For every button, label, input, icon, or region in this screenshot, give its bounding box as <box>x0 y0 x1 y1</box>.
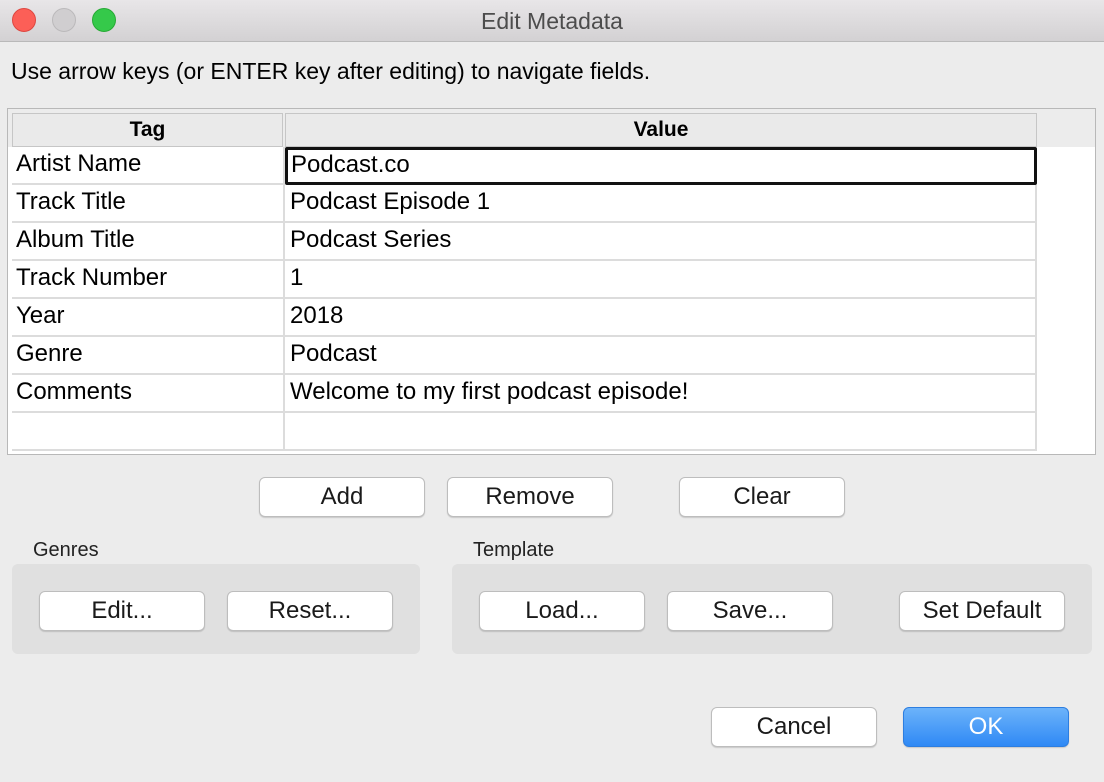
instructions-text: Use arrow keys (or ENTER key after editi… <box>11 58 651 84</box>
tag-cell[interactable] <box>12 413 285 451</box>
cancel-button[interactable]: Cancel <box>711 707 877 747</box>
value-cell[interactable]: Podcast Series <box>285 223 1037 261</box>
ok-button[interactable]: OK <box>903 707 1069 747</box>
table-row-empty[interactable] <box>12 413 1037 451</box>
value-cell[interactable]: 2018 <box>285 299 1037 337</box>
value-cell[interactable] <box>285 413 1037 451</box>
tag-cell[interactable]: Year <box>12 299 285 337</box>
table-row[interactable]: Genre Podcast <box>12 337 1037 375</box>
remove-button[interactable]: Remove <box>447 477 613 517</box>
edit-genres-button[interactable]: Edit... <box>39 591 205 631</box>
tag-cell[interactable]: Album Title <box>12 223 285 261</box>
window-title: Edit Metadata <box>481 8 623 34</box>
value-cell[interactable]: 1 <box>285 261 1037 299</box>
value-cell[interactable]: Podcast <box>285 337 1037 375</box>
save-template-button[interactable]: Save... <box>667 591 833 631</box>
add-button[interactable]: Add <box>259 477 425 517</box>
metadata-table: Tag Value Artist Name Podcast.co Track T… <box>7 108 1096 455</box>
table-row[interactable]: Album Title Podcast Series <box>12 223 1037 261</box>
column-header-tag[interactable]: Tag <box>12 113 283 147</box>
table-row[interactable]: Comments Welcome to my first podcast epi… <box>12 375 1037 413</box>
value-cell[interactable]: Welcome to my first podcast episode! <box>285 375 1037 413</box>
genres-group: Edit... Reset... <box>12 564 420 654</box>
template-group-label: Template <box>473 539 555 561</box>
tag-cell[interactable]: Track Number <box>12 261 285 299</box>
template-group: Load... Save... Set Default <box>452 564 1092 654</box>
tag-cell[interactable]: Genre <box>12 337 285 375</box>
table-row[interactable]: Track Number 1 <box>12 261 1037 299</box>
value-cell[interactable]: Podcast Episode 1 <box>285 185 1037 223</box>
reset-genres-button[interactable]: Reset... <box>227 591 393 631</box>
tag-cell[interactable]: Artist Name <box>12 147 285 185</box>
value-cell-focused[interactable]: Podcast.co <box>285 147 1037 185</box>
title-bar: Edit Metadata <box>0 0 1104 42</box>
load-template-button[interactable]: Load... <box>479 591 645 631</box>
clear-button[interactable]: Clear <box>679 477 845 517</box>
tag-cell[interactable]: Track Title <box>12 185 285 223</box>
table-row[interactable]: Year 2018 <box>12 299 1037 337</box>
genres-group-label: Genres <box>33 539 99 561</box>
table-row[interactable]: Artist Name Podcast.co <box>12 147 1037 185</box>
set-default-template-button[interactable]: Set Default <box>899 591 1065 631</box>
tag-cell[interactable]: Comments <box>12 375 285 413</box>
column-header-value[interactable]: Value <box>285 113 1037 147</box>
table-row[interactable]: Track Title Podcast Episode 1 <box>12 185 1037 223</box>
